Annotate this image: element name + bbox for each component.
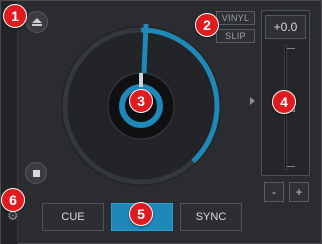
sync-label: SYNC [195,211,227,223]
pitch-plus-button[interactable]: + [289,182,309,202]
callout-number: 4 [280,94,288,110]
vinyl-mode-button[interactable]: VINYL [216,11,255,25]
callout-badge-2: 2 [195,13,219,37]
callout-number: 5 [137,206,145,222]
pitch-scale-tick [287,48,295,49]
callout-number: 3 [137,93,145,109]
callout-number: 2 [203,17,211,33]
platter-position-marker [141,23,149,74]
pitch-plus-label: + [295,185,303,199]
eject-button[interactable] [26,11,48,33]
cue-label: CUE [61,211,85,223]
stop-icon [32,169,40,177]
vinyl-mode-label: VINYL [221,13,250,23]
slip-mode-label: SLIP [225,31,246,41]
slip-mode-button[interactable]: SLIP [216,29,255,43]
pitch-minus-button[interactable]: - [264,182,284,202]
pitch-scale-tick [287,166,295,167]
callout-number: 6 [9,192,17,208]
deck-panel: ⚙ VINYL SLIP +0.0 - + CUE SYNC [0,0,322,244]
pitch-value-display[interactable]: +0.0 [265,15,306,39]
pitch-minus-label: - [272,185,276,199]
callout-badge-1: 1 [3,4,27,28]
callout-number: 1 [11,8,19,24]
callout-badge-6: 6 [1,188,25,212]
stop-button[interactable] [25,162,47,184]
cue-button[interactable]: CUE [42,203,104,231]
eject-icon [32,18,42,26]
pitch-arrow-icon [250,97,255,105]
sync-button[interactable]: SYNC [180,203,242,231]
callout-badge-3: 3 [129,89,153,113]
callout-badge-5: 5 [129,202,153,226]
callout-badge-4: 4 [272,90,296,114]
